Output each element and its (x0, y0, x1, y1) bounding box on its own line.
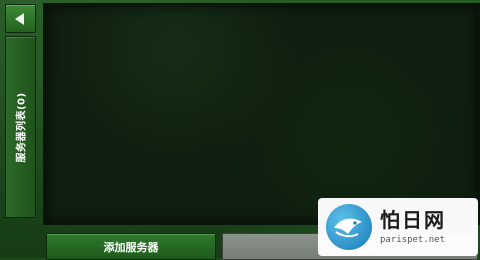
watermark: 怕日网 parispet.net (318, 198, 478, 256)
add-server-button[interactable]: 添加服务器 (46, 233, 216, 260)
tab-server-list[interactable]: 服务器列表(0) (5, 36, 36, 218)
server-list-panel[interactable] (43, 3, 480, 225)
back-button[interactable] (5, 4, 36, 33)
back-arrow-icon (15, 12, 24, 25)
server-list-label: 服务器列表(0) (17, 91, 29, 163)
watermark-site: parispet.net (380, 235, 446, 245)
watermark-name: 怕日网 (380, 208, 446, 232)
fish-logo-icon (326, 204, 372, 250)
